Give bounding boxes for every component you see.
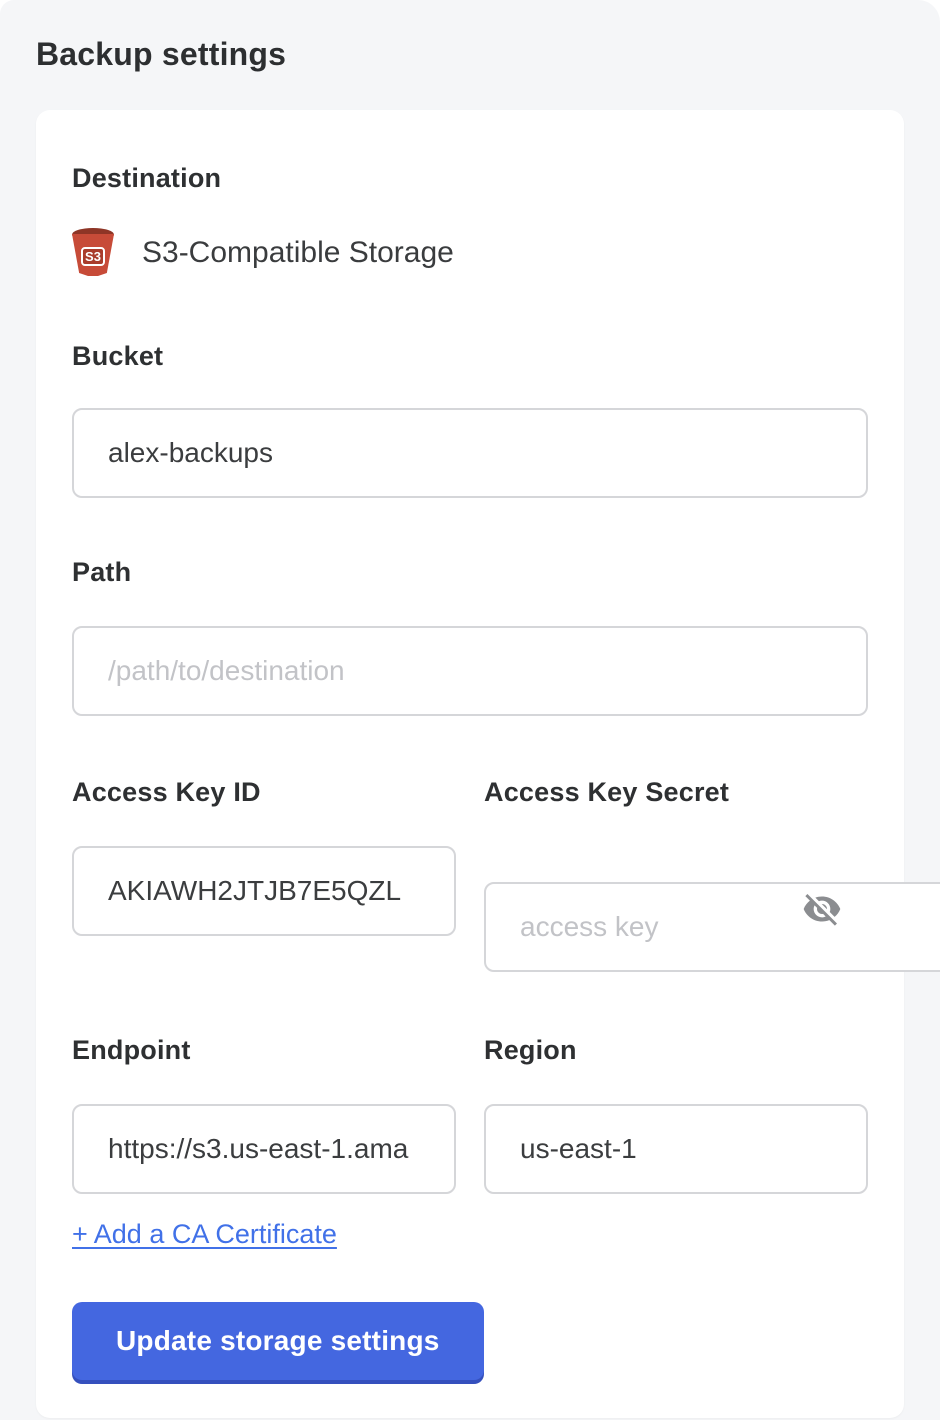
access-keys-input-row — [72, 846, 868, 972]
path-input[interactable] — [72, 626, 868, 716]
endpoint-label: Endpoint — [72, 1034, 456, 1066]
region-input[interactable] — [484, 1104, 868, 1194]
endpoint-region-label-row: Endpoint Region — [72, 1034, 868, 1066]
access-key-id-label: Access Key ID — [72, 776, 456, 808]
backup-settings-card: Destination S3 S3-Compatible Storage Buc… — [36, 110, 904, 1418]
s3-bucket-body: S3 — [72, 234, 114, 276]
endpoint-region-input-row — [72, 1104, 868, 1194]
destination-label: Destination — [72, 162, 868, 194]
eye-off-icon — [802, 889, 842, 929]
bucket-input[interactable] — [72, 408, 868, 498]
endpoint-input[interactable] — [72, 1104, 456, 1194]
path-label: Path — [72, 556, 868, 588]
access-key-secret-label: Access Key Secret — [484, 776, 868, 808]
s3-bucket-icon: S3 — [72, 228, 114, 278]
s3-icon-label: S3 — [81, 247, 105, 266]
destination-value-row: S3 S3-Compatible Storage — [72, 228, 868, 278]
add-ca-certificate-link[interactable]: + Add a CA Certificate — [72, 1218, 337, 1250]
destination-value: S3-Compatible Storage — [142, 236, 454, 270]
toggle-secret-visibility-button[interactable] — [800, 887, 844, 931]
region-label: Region — [484, 1034, 868, 1066]
backup-settings-page: Backup settings Destination S3 S3-Compat… — [0, 0, 940, 1420]
bucket-label: Bucket — [72, 340, 868, 372]
access-key-id-input[interactable] — [72, 846, 456, 936]
access-keys-label-row: Access Key ID Access Key Secret — [72, 776, 868, 808]
page-title: Backup settings — [36, 33, 904, 75]
update-storage-settings-button[interactable]: Update storage settings — [72, 1302, 484, 1380]
access-key-secret-input[interactable] — [484, 882, 940, 972]
